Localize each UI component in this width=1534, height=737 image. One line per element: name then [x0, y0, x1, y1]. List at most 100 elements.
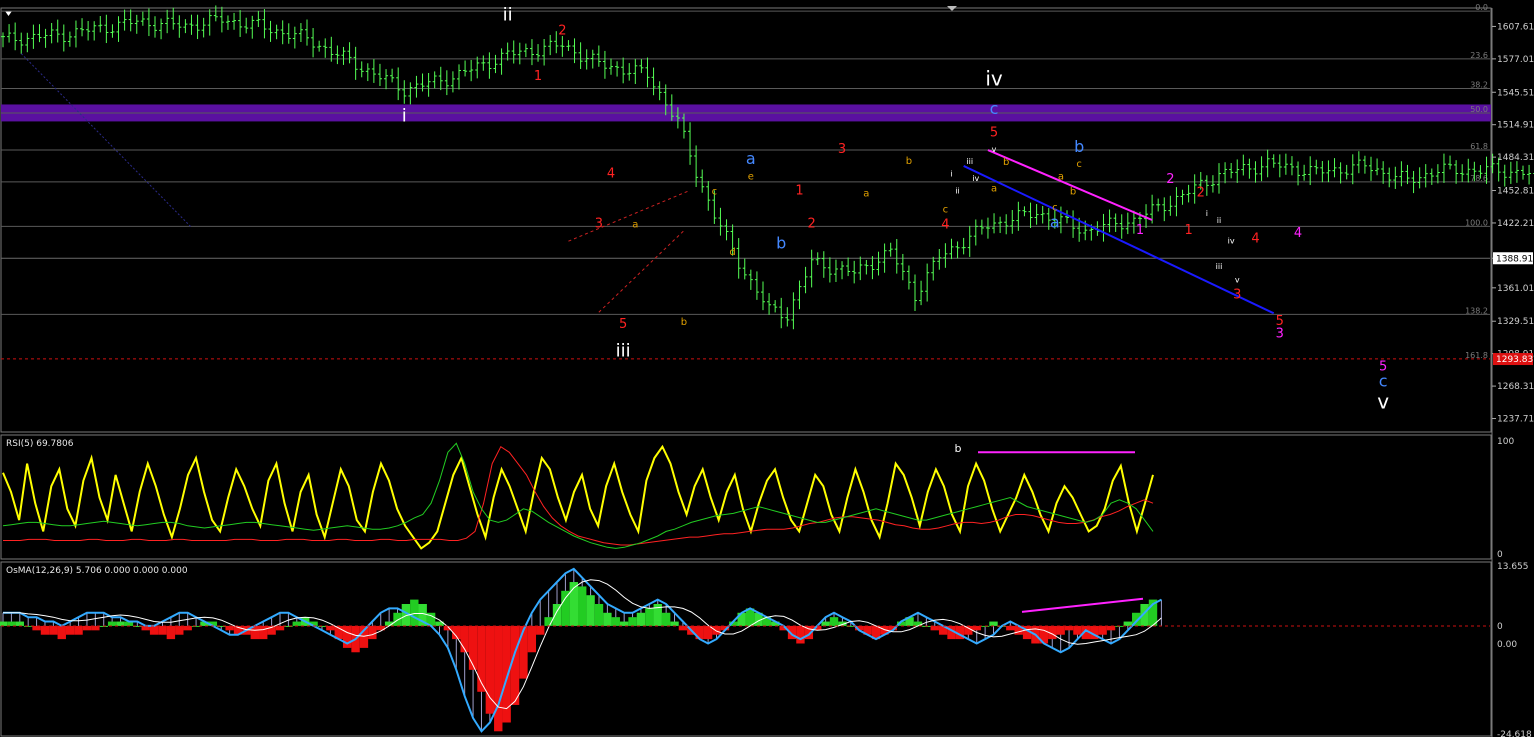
- osma-panel[interactable]: [0, 561, 1492, 737]
- osma-axis-label: 0.00: [1497, 640, 1517, 650]
- wave-label: 1: [534, 69, 542, 84]
- osma-histogram-bar: [578, 586, 587, 626]
- fib-level-label: 138.2: [1465, 306, 1488, 315]
- wave-label: iii: [966, 157, 973, 166]
- wave-label: v: [1377, 390, 1389, 414]
- osma-histogram-bar: [829, 617, 839, 626]
- wave-label: v: [1235, 276, 1240, 285]
- wave-label: b: [906, 156, 912, 167]
- fib-level-label: 50.0: [1470, 105, 1488, 114]
- osma-histogram-bar: [913, 621, 923, 626]
- wave-label: 3: [595, 216, 603, 231]
- osma-histogram-bar: [468, 625, 478, 670]
- osma-histogram-bar: [796, 625, 805, 644]
- osma-histogram-bar: [603, 612, 612, 626]
- fib-level-label: 0.0: [1475, 3, 1488, 12]
- wave-label: 3: [838, 142, 846, 157]
- osma-histogram-bar: [561, 590, 570, 626]
- wave-label: 1: [795, 184, 803, 199]
- wave-label: 2: [558, 24, 566, 39]
- osma-histogram-bar: [32, 625, 41, 631]
- osma-histogram-bar: [1106, 625, 1116, 631]
- wave-label: 4: [1251, 231, 1259, 246]
- osma-histogram-bar: [821, 621, 830, 626]
- wave-label: b: [1074, 137, 1084, 156]
- osma-histogram-bar: [292, 621, 301, 626]
- rsi-wave-label: b: [955, 442, 962, 455]
- osma-histogram-bar: [1006, 625, 1015, 631]
- fib-level-label: 61.8: [1470, 142, 1488, 151]
- wave-label: c: [990, 99, 999, 118]
- osma-histogram-bar: [494, 625, 503, 732]
- osma-axis-label: 0: [1497, 622, 1503, 632]
- osma-histogram-bar: [1073, 625, 1082, 635]
- osma-histogram-bar: [1064, 625, 1074, 631]
- osma-histogram-bar: [1123, 621, 1133, 626]
- wave-label: 4: [607, 167, 615, 182]
- osma-histogram-bar: [183, 625, 192, 631]
- osma-histogram-bar: [645, 608, 654, 626]
- osma-histogram-bar: [40, 625, 50, 635]
- wave-label: 3: [1276, 327, 1284, 342]
- price-axis-label: 1422.21: [1497, 219, 1534, 229]
- osma-histogram-bar: [158, 625, 167, 635]
- osma-histogram-bar: [107, 621, 117, 626]
- osma-histogram-bar: [594, 603, 604, 626]
- osma-histogram-bar: [275, 625, 285, 631]
- price-axis-label: 1484.31: [1497, 153, 1534, 163]
- osma-histogram-bar: [225, 625, 234, 631]
- wave-label: i: [402, 105, 407, 126]
- wave-label: a: [746, 149, 756, 168]
- osma-histogram-bar: [7, 621, 16, 626]
- osma-histogram-bar: [326, 625, 335, 631]
- wave-label: a: [1050, 212, 1060, 231]
- osma-histogram-bar: [65, 625, 75, 635]
- wave-label: 2: [807, 216, 815, 231]
- osma-histogram-bar: [175, 625, 184, 635]
- osma-histogram-bar: [972, 625, 981, 631]
- trading-chart[interactable]: 0.0 23.6 38.2 50.0 61.8 78.6 100.0 138.2 161.8 i…: [0, 0, 1534, 737]
- wave-label: b: [681, 317, 687, 328]
- target-price-label: 1293.83: [1496, 355, 1533, 365]
- osma-histogram-bar: [91, 625, 100, 631]
- rsi-axis-label: 0: [1497, 550, 1503, 560]
- wave-label: 4: [941, 217, 949, 232]
- price-axis-label: 1329.51: [1497, 317, 1534, 327]
- osma-histogram-bar: [930, 625, 939, 631]
- osma-histogram-bar: [628, 617, 637, 626]
- osma-histogram-bar: [636, 612, 646, 626]
- wave-label: ii: [955, 187, 959, 196]
- wave-label: c: [1379, 371, 1388, 390]
- price-axis-label: 1268.31: [1497, 382, 1534, 392]
- wave-label: e: [748, 172, 754, 183]
- wave-label: a: [863, 189, 869, 200]
- price-axis-label: 1237.71: [1497, 415, 1534, 425]
- osma-histogram-bar: [1098, 625, 1107, 635]
- osma-histogram-bar: [0, 621, 8, 626]
- osma-histogram-bar: [703, 625, 713, 640]
- osma-histogram-bar: [460, 625, 469, 653]
- osma-axis-label: 13.655: [1497, 562, 1529, 572]
- osma-histogram-bar: [74, 625, 83, 635]
- osma-histogram-bar: [619, 621, 629, 626]
- wave-label: d: [729, 247, 735, 258]
- wave-label: 5: [619, 317, 627, 332]
- wave-label: ii: [503, 5, 513, 26]
- wave-label: 5: [990, 125, 998, 140]
- osma-histogram-bar: [82, 625, 92, 631]
- fib-level-label: 23.6: [1470, 51, 1488, 60]
- price-panel[interactable]: [0, 7, 1492, 433]
- osma-histogram-bar: [989, 621, 998, 626]
- wave-label: c: [1076, 159, 1082, 170]
- price-axis-label: 1361.01: [1497, 284, 1534, 294]
- current-price-label: 1388.91: [1496, 254, 1533, 264]
- wave-label: 2: [1197, 186, 1205, 201]
- osma-histogram-bar: [611, 617, 620, 626]
- wave-label: iv: [1228, 236, 1235, 245]
- wave-label: i: [950, 170, 952, 179]
- wave-label: c: [943, 205, 949, 216]
- osma-histogram-bar: [116, 621, 125, 626]
- osma-histogram-bar: [661, 612, 671, 626]
- price-axis-label: 1577.01: [1497, 55, 1534, 65]
- osma-histogram-bar: [393, 612, 402, 626]
